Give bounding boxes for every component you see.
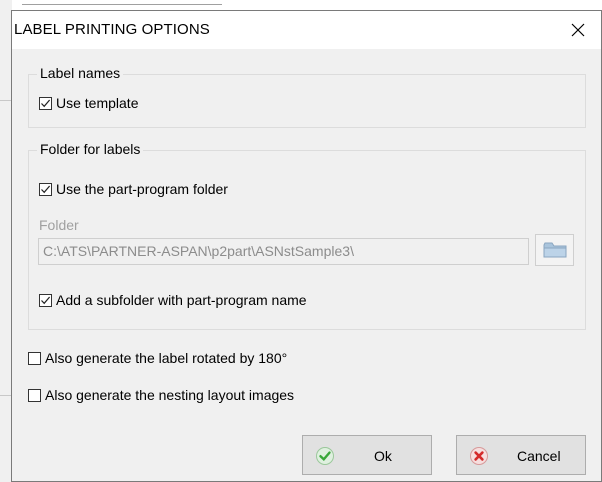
- folder-for-labels-group: Folder for labels Use the part-program f…: [28, 141, 586, 330]
- ok-label: Ok: [374, 448, 392, 464]
- use-template-checkbox[interactable]: Use template: [39, 95, 138, 111]
- checkmark-icon: [41, 99, 51, 107]
- checkbox-box[interactable]: [28, 351, 41, 365]
- checkbox-box[interactable]: [39, 182, 52, 196]
- browse-folder-button[interactable]: [535, 234, 574, 266]
- ok-button[interactable]: Ok: [302, 435, 432, 475]
- label-names-legend: Label names: [37, 65, 124, 81]
- nesting-images-label: Also generate the nesting layout images: [45, 387, 295, 403]
- folder-path-field[interactable]: C:\ATS\PARTNER-ASPAN\p2part\ASNstSample3…: [38, 238, 529, 265]
- cancel-button[interactable]: Cancel: [456, 435, 586, 475]
- label-names-group: Label names Use template: [28, 65, 586, 128]
- checkmark-icon: [41, 185, 51, 193]
- background-window-edge: [12, 0, 602, 10]
- checkbox-box[interactable]: [28, 388, 41, 402]
- add-subfolder-label: Add a subfolder with part-program name: [56, 292, 307, 308]
- nesting-images-checkbox[interactable]: Also generate the nesting layout images: [28, 387, 294, 403]
- folder-icon: [543, 242, 566, 258]
- checkbox-box[interactable]: [39, 96, 52, 110]
- red-x-icon: [470, 447, 488, 465]
- use-part-program-folder-label: Use the part-program folder: [56, 181, 228, 197]
- checkbox-box[interactable]: [39, 293, 52, 307]
- label-printing-options-dialog: LABEL PRINTING OPTIONS Label names Use t…: [11, 10, 602, 482]
- green-check-icon: [316, 447, 334, 465]
- close-button[interactable]: [555, 11, 601, 49]
- cancel-label: Cancel: [517, 448, 561, 464]
- folder-label: Folder: [39, 217, 79, 233]
- use-part-program-folder-checkbox[interactable]: Use the part-program folder: [39, 181, 228, 197]
- add-subfolder-checkbox[interactable]: Add a subfolder with part-program name: [39, 292, 307, 308]
- rotated-180-checkbox[interactable]: Also generate the label rotated by 180°: [28, 350, 287, 366]
- rotated-180-label: Also generate the label rotated by 180°: [45, 350, 288, 366]
- use-template-label: Use template: [56, 95, 139, 111]
- folder-for-labels-legend: Folder for labels: [37, 141, 144, 157]
- checkmark-icon: [41, 296, 51, 304]
- title-bar: LABEL PRINTING OPTIONS: [12, 11, 601, 49]
- dialog-title: LABEL PRINTING OPTIONS: [14, 21, 210, 38]
- close-icon: [571, 23, 585, 37]
